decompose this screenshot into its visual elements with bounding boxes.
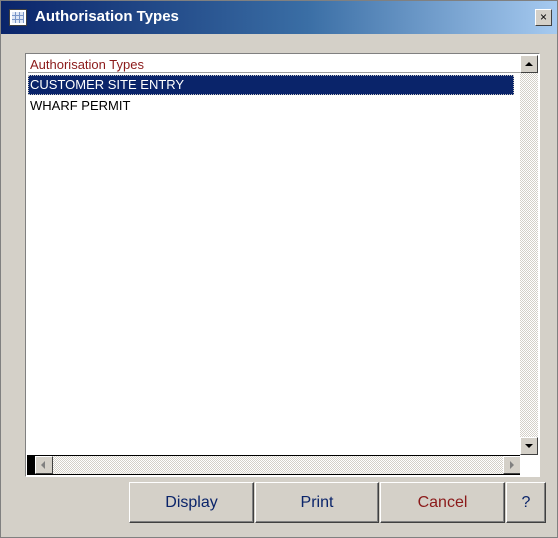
list-item[interactable]: WHARF PERMIT (28, 96, 514, 116)
display-button[interactable]: Display (129, 482, 254, 523)
column-header[interactable]: Authorisation Types (28, 56, 521, 73)
help-button[interactable]: ? (506, 482, 546, 523)
scroll-right-button[interactable] (503, 456, 521, 474)
vertical-scrollbar[interactable] (520, 55, 538, 455)
vertical-scroll-track[interactable] (520, 73, 538, 437)
arrow-down-icon (525, 444, 533, 448)
arrow-right-icon (510, 461, 514, 469)
print-button[interactable]: Print (255, 482, 379, 523)
list-item[interactable]: CUSTOMER SITE ENTRY (28, 75, 514, 95)
horizontal-scroll-track[interactable] (53, 456, 503, 474)
close-button[interactable]: × (535, 9, 552, 26)
horizontal-scrollbar[interactable] (35, 456, 521, 474)
dialog-window: Authorisation Types × Authorisation Type… (0, 0, 558, 538)
grid-icon (9, 9, 27, 26)
authorisation-types-list[interactable]: Authorisation Types CUSTOMER SITE ENTRY … (25, 53, 540, 477)
scroll-left-button[interactable] (35, 456, 53, 474)
cancel-button[interactable]: Cancel (380, 482, 505, 523)
title-bar[interactable]: Authorisation Types × (1, 1, 557, 34)
scroll-down-button[interactable] (520, 437, 538, 455)
close-icon: × (539, 10, 547, 24)
arrow-up-icon (525, 62, 533, 66)
horizontal-scrollbar-frame (27, 455, 521, 475)
scroll-up-button[interactable] (520, 55, 538, 73)
scrollbar-corner (520, 455, 538, 475)
window-title: Authorisation Types (35, 8, 179, 25)
arrow-left-icon (41, 461, 45, 469)
